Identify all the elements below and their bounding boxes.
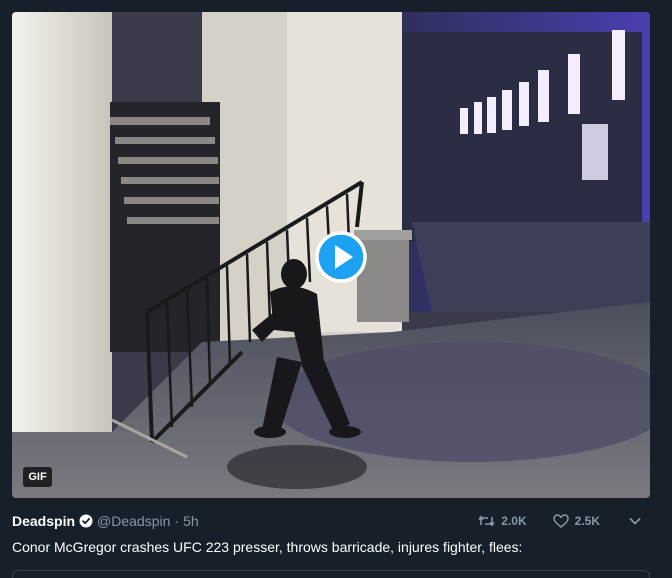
- retweet-button[interactable]: 2.0K: [478, 514, 527, 528]
- retweet-icon: [478, 515, 495, 527]
- author-name[interactable]: Deadspin: [12, 513, 75, 529]
- tweet-actions: 2.0K 2.5K: [478, 511, 642, 531]
- tweet-text: Conor McGregor crashes UFC 223 presser, …: [12, 539, 523, 555]
- more-options-button[interactable]: [628, 516, 642, 526]
- tweet-card: GIF Deadspin @Deadspin · 5h 2.0K 2.5K Co…: [0, 0, 672, 578]
- separator-dot: ·: [174, 513, 180, 529]
- gif-badge: GIF: [23, 467, 52, 487]
- verified-badge-icon: [79, 514, 93, 528]
- play-icon[interactable]: [315, 231, 367, 283]
- tweet-header: Deadspin @Deadspin · 5h 2.0K 2.5K: [12, 511, 642, 531]
- quoted-card-edge: [12, 570, 650, 578]
- like-button[interactable]: 2.5K: [552, 514, 600, 528]
- heart-icon: [552, 514, 569, 528]
- like-count: 2.5K: [574, 514, 600, 528]
- retweet-count: 2.0K: [501, 514, 527, 528]
- author-handle[interactable]: @Deadspin: [97, 513, 170, 529]
- chevron-down-icon: [629, 517, 641, 525]
- gif-media[interactable]: GIF: [12, 12, 650, 498]
- tweet-timestamp[interactable]: 5h: [183, 513, 199, 529]
